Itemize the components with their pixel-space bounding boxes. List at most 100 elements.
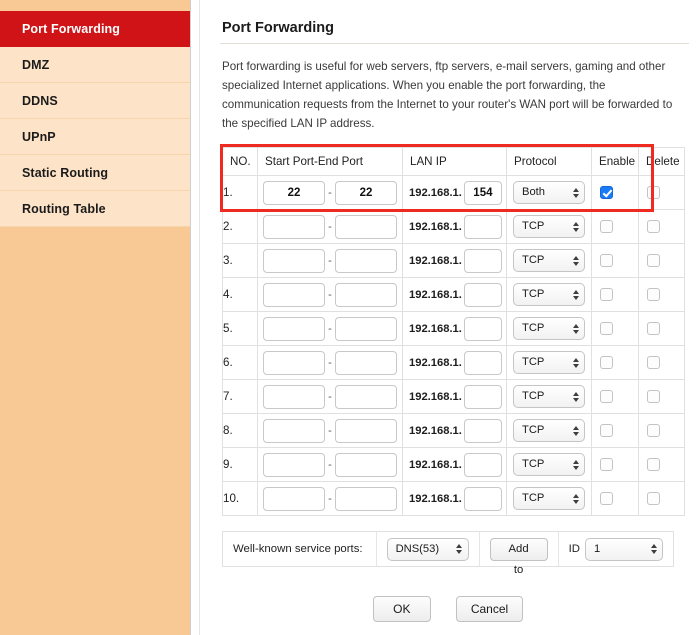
start-port-input[interactable] xyxy=(263,486,325,511)
row-lanip-cell: 192.168.1. xyxy=(402,311,507,346)
protocol-select[interactable]: TCP xyxy=(513,385,585,408)
row-lanip-cell: 192.168.1. xyxy=(402,413,507,448)
row-lanip-cell: 192.168.1. xyxy=(402,481,507,516)
lan-ip-host-input[interactable] xyxy=(463,452,502,477)
delete-checkbox[interactable] xyxy=(647,322,660,335)
lan-ip-prefix: 192.168.1. xyxy=(409,220,462,233)
lan-ip-prefix: 192.168.1. xyxy=(409,322,462,335)
end-port-input[interactable] xyxy=(335,180,397,205)
delete-checkbox[interactable] xyxy=(647,356,660,369)
row-protocol-cell: TCP xyxy=(506,277,592,312)
enable-checkbox[interactable] xyxy=(600,322,613,335)
sidebar-item-ddns[interactable]: DDNS xyxy=(0,83,190,119)
start-port-input[interactable] xyxy=(263,350,325,375)
enable-checkbox[interactable] xyxy=(600,424,613,437)
end-port-input[interactable] xyxy=(335,418,397,443)
enable-checkbox[interactable] xyxy=(600,492,613,505)
protocol-select[interactable]: TCP xyxy=(513,419,585,442)
start-port-input[interactable] xyxy=(263,248,325,273)
start-port-input[interactable] xyxy=(263,214,325,239)
delete-checkbox[interactable] xyxy=(647,288,660,301)
stepper-arrows-icon xyxy=(572,254,579,268)
end-port-input[interactable] xyxy=(335,350,397,375)
id-select[interactable]: 1 xyxy=(585,537,663,561)
service-select-cell: DNS(53) xyxy=(377,532,480,566)
end-port-input[interactable] xyxy=(335,486,397,511)
enable-checkbox[interactable] xyxy=(600,356,613,369)
protocol-select[interactable]: TCP xyxy=(513,453,585,476)
delete-checkbox[interactable] xyxy=(647,492,660,505)
protocol-select[interactable]: TCP xyxy=(513,487,585,510)
sidebar-item-routing-table[interactable]: Routing Table xyxy=(0,191,190,227)
column-header-protocol: Protocol xyxy=(506,147,592,176)
lan-ip-host-input[interactable] xyxy=(463,486,502,511)
protocol-select-value: TCP xyxy=(522,492,545,504)
protocol-select[interactable]: TCP xyxy=(513,351,585,374)
end-port-input[interactable] xyxy=(335,384,397,409)
sidebar-item-label: DDNS xyxy=(22,94,58,108)
protocol-select[interactable]: Both xyxy=(513,181,585,204)
start-port-input[interactable] xyxy=(263,452,325,477)
row-number: 1. xyxy=(222,175,258,210)
row-enable-cell xyxy=(591,311,639,346)
lan-ip-host-input[interactable] xyxy=(463,316,502,341)
enable-checkbox[interactable] xyxy=(600,390,613,403)
protocol-select[interactable]: TCP xyxy=(513,215,585,238)
enable-checkbox[interactable] xyxy=(600,254,613,267)
end-port-input[interactable] xyxy=(335,248,397,273)
stepper-arrows-icon xyxy=(456,542,463,556)
row-ports-cell: - xyxy=(257,209,403,244)
protocol-select[interactable]: TCP xyxy=(513,283,585,306)
add-to-button[interactable]: Add to xyxy=(489,537,548,576)
sidebar-item-dmz[interactable]: DMZ xyxy=(0,47,190,83)
enable-checkbox[interactable] xyxy=(600,458,613,471)
start-port-input[interactable] xyxy=(263,384,325,409)
row-protocol-cell: TCP xyxy=(506,209,592,244)
start-port-input[interactable] xyxy=(263,316,325,341)
end-port-input[interactable] xyxy=(335,452,397,477)
lan-ip-host-input[interactable] xyxy=(463,180,502,205)
enable-checkbox[interactable] xyxy=(600,186,613,199)
cancel-button[interactable]: Cancel xyxy=(455,596,524,622)
sidebar-navigation: Port Forwarding DMZ DDNS UPnP Static Rou… xyxy=(0,0,190,635)
end-port-input[interactable] xyxy=(335,316,397,341)
table-row: 10. - 192.168.1. TCP xyxy=(222,481,685,516)
sidebar-item-static-routing[interactable]: Static Routing xyxy=(0,155,190,191)
delete-checkbox[interactable] xyxy=(647,390,660,403)
lan-ip-host-input[interactable] xyxy=(463,214,502,239)
row-ports-cell: - xyxy=(257,175,403,210)
service-port-select[interactable]: DNS(53) xyxy=(386,537,469,561)
lan-ip-host-input[interactable] xyxy=(463,418,502,443)
delete-checkbox[interactable] xyxy=(647,458,660,471)
start-port-input[interactable] xyxy=(263,418,325,443)
delete-checkbox[interactable] xyxy=(647,254,660,267)
lan-ip-host-input[interactable] xyxy=(463,384,502,409)
row-lanip-cell: 192.168.1. xyxy=(402,277,507,312)
row-lanip-cell: 192.168.1. xyxy=(402,345,507,380)
enable-checkbox[interactable] xyxy=(600,220,613,233)
lan-ip-prefix: 192.168.1. xyxy=(409,424,462,437)
sidebar-item-upnp[interactable]: UPnP xyxy=(0,119,190,155)
protocol-select[interactable]: TCP xyxy=(513,317,585,340)
sidebar-divider xyxy=(190,0,200,635)
start-port-input[interactable] xyxy=(263,282,325,307)
end-port-input[interactable] xyxy=(335,214,397,239)
delete-checkbox[interactable] xyxy=(647,424,660,437)
id-select-value: 1 xyxy=(594,542,601,555)
lan-ip-host-input[interactable] xyxy=(463,248,502,273)
row-enable-cell xyxy=(591,413,639,448)
start-port-input[interactable] xyxy=(263,180,325,205)
ok-button[interactable]: OK xyxy=(372,596,431,622)
enable-checkbox[interactable] xyxy=(600,288,613,301)
delete-checkbox[interactable] xyxy=(647,220,660,233)
page-description: Port forwarding is useful for web server… xyxy=(222,60,673,130)
port-range-dash: - xyxy=(328,322,332,335)
sidebar-item-port-forwarding[interactable]: Port Forwarding xyxy=(0,11,190,47)
sidebar-item-label: Static Routing xyxy=(22,166,109,180)
lan-ip-host-input[interactable] xyxy=(463,282,502,307)
delete-checkbox[interactable] xyxy=(647,186,660,199)
end-port-input[interactable] xyxy=(335,282,397,307)
protocol-select-value: TCP xyxy=(522,254,545,266)
protocol-select[interactable]: TCP xyxy=(513,249,585,272)
lan-ip-host-input[interactable] xyxy=(463,350,502,375)
